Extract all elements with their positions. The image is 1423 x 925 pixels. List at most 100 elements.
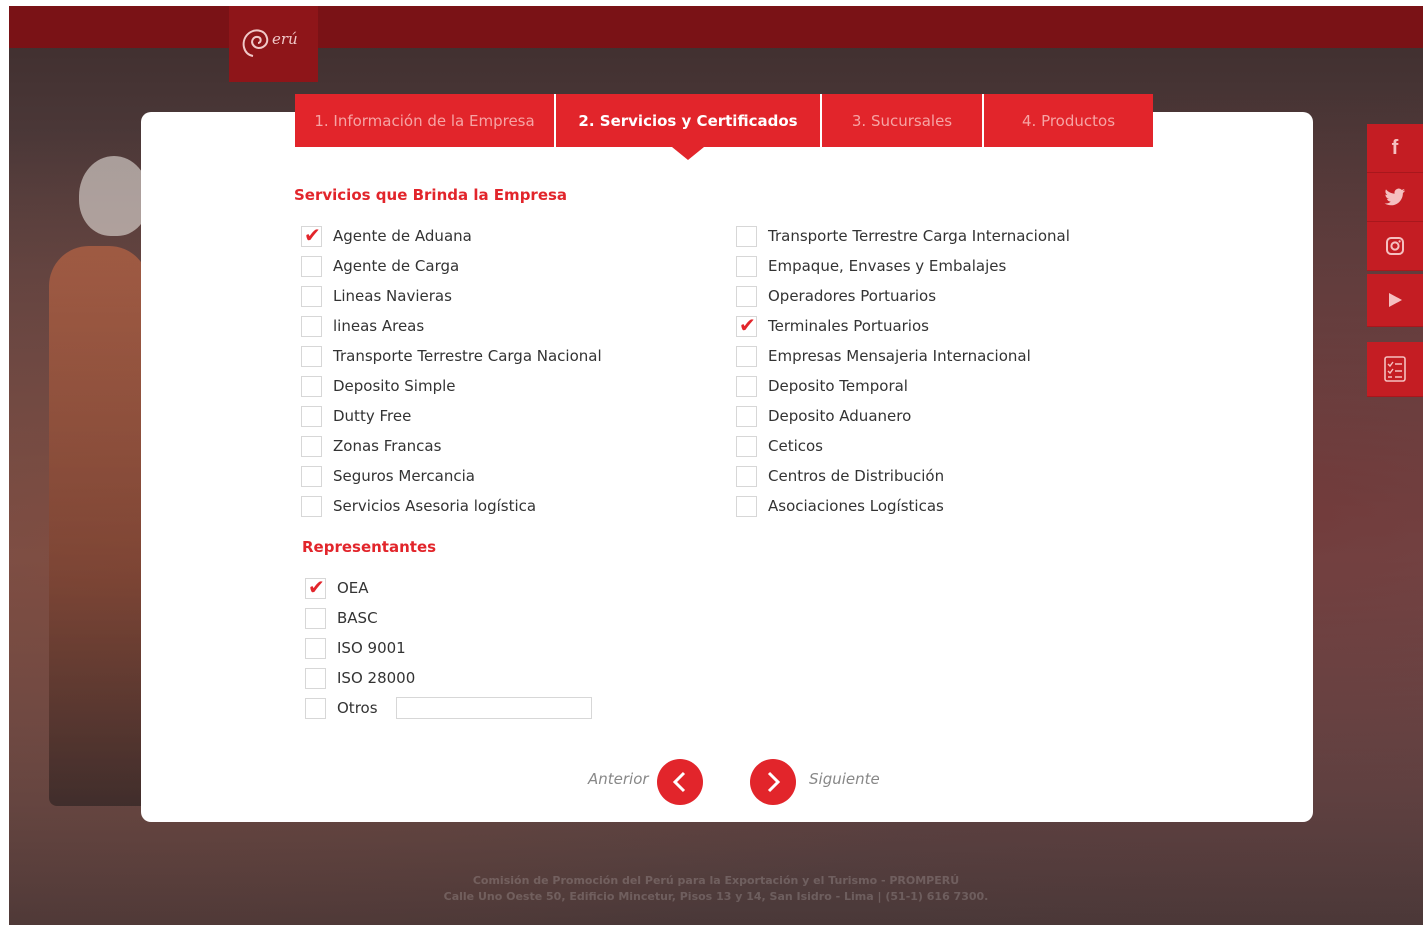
facebook-icon: f xyxy=(1391,136,1399,159)
checkbox[interactable] xyxy=(305,667,326,689)
option-dutty-free[interactable]: Dutty Free xyxy=(301,404,411,428)
checkbox-checked[interactable] xyxy=(736,313,757,337)
option-deposito-aduanero[interactable]: Deposito Aduanero xyxy=(736,404,911,428)
checkbox[interactable] xyxy=(305,607,326,629)
chevron-right-icon xyxy=(767,771,781,793)
option-servicios-asesoria-logistica[interactable]: Servicios Asesoria logística xyxy=(301,494,536,518)
representantes-section-title: Representantes xyxy=(302,538,437,556)
checkbox[interactable] xyxy=(301,285,322,307)
option-centros-de-distribucion[interactable]: Centros de Distribución xyxy=(736,464,944,488)
option-label: Deposito Simple xyxy=(333,377,456,395)
tab-servicios-certificados[interactable]: 2. Servicios y Certificados xyxy=(556,94,822,160)
option-label: OEA xyxy=(337,579,369,597)
option-terminales-portuarios[interactable]: Terminales Portuarios xyxy=(736,313,929,338)
option-iso-9001[interactable]: ISO 9001 xyxy=(305,636,406,660)
option-label: Empresas Mensajeria Internacional xyxy=(768,347,1031,365)
option-oea[interactable]: OEA xyxy=(305,575,369,600)
top-bar xyxy=(9,6,1423,48)
checkbox[interactable] xyxy=(736,375,757,397)
option-label: Otros xyxy=(337,699,378,717)
option-label: Ceticos xyxy=(768,437,823,455)
option-deposito-temporal[interactable]: Deposito Temporal xyxy=(736,374,908,398)
option-label: ISO 9001 xyxy=(337,639,406,657)
page-background: erú 1. Información de la Empresa 2. Serv… xyxy=(9,6,1423,925)
option-label: Operadores Portuarios xyxy=(768,287,937,305)
option-label: Deposito Temporal xyxy=(768,377,908,395)
option-zonas-francas[interactable]: Zonas Francas xyxy=(301,434,441,458)
option-agente-de-aduana[interactable]: Agente de Aduana xyxy=(301,223,472,248)
option-empaque-envases-y-embalajes[interactable]: Empaque, Envases y Embalajes xyxy=(736,254,1006,278)
option-lineas-navieras[interactable]: Lineas Navieras xyxy=(301,284,452,308)
option-label: Asociaciones Logísticas xyxy=(768,497,944,515)
option-lineas-areas[interactable]: lineas Areas xyxy=(301,314,424,338)
svg-text:erú: erú xyxy=(272,30,298,48)
option-label: BASC xyxy=(337,609,378,627)
youtube-button[interactable] xyxy=(1367,274,1423,327)
siguiente-label[interactable]: Siguiente xyxy=(809,770,880,788)
option-seguros-mercancia[interactable]: Seguros Mercancia xyxy=(301,464,475,488)
option-otros[interactable]: Otros xyxy=(305,696,592,720)
tab-productos[interactable]: 4. Productos xyxy=(984,94,1153,147)
tab-informacion-empresa[interactable]: 1. Información de la Empresa xyxy=(295,94,556,147)
checkbox[interactable] xyxy=(301,405,322,427)
step-tabs: 1. Información de la Empresa 2. Servicio… xyxy=(295,94,1153,160)
checkbox[interactable] xyxy=(301,255,322,277)
twitter-button[interactable] xyxy=(1367,173,1423,222)
checkbox[interactable] xyxy=(736,495,757,517)
option-label: Agente de Aduana xyxy=(333,227,472,245)
youtube-icon xyxy=(1389,293,1402,307)
option-agente-de-carga[interactable]: Agente de Carga xyxy=(301,254,459,278)
option-label: lineas Areas xyxy=(333,317,425,335)
checkbox[interactable] xyxy=(736,465,757,487)
checkbox[interactable] xyxy=(736,255,757,277)
checkbox[interactable] xyxy=(301,315,322,337)
checkbox[interactable] xyxy=(301,345,322,367)
checkbox[interactable] xyxy=(301,435,322,457)
option-operadores-portuarios[interactable]: Operadores Portuarios xyxy=(736,284,936,308)
siguiente-button[interactable] xyxy=(750,759,796,805)
option-label: Seguros Mercancia xyxy=(333,467,475,485)
checkbox[interactable] xyxy=(305,697,326,719)
option-label: Transporte Terrestre Carga Nacional xyxy=(333,347,602,365)
anterior-label[interactable]: Anterior xyxy=(588,770,649,788)
checkbox[interactable] xyxy=(736,345,757,367)
checklist-icon xyxy=(1384,356,1406,382)
checkbox[interactable] xyxy=(736,225,757,247)
option-label: Centros de Distribución xyxy=(768,467,945,485)
option-label: Agente de Carga xyxy=(333,257,460,275)
twitter-icon xyxy=(1384,188,1405,206)
checkbox-checked[interactable] xyxy=(305,575,326,599)
checkbox[interactable] xyxy=(736,285,757,307)
anterior-button[interactable] xyxy=(657,759,703,805)
checkbox[interactable] xyxy=(736,435,757,457)
option-transporte-terrestre-carga-internacional[interactable]: Transporte Terrestre Carga Internacional xyxy=(736,224,1070,248)
peru-logo[interactable]: erú xyxy=(229,6,318,82)
checkbox-checked[interactable] xyxy=(301,223,322,247)
option-asociaciones-logisticas[interactable]: Asociaciones Logísticas xyxy=(736,494,944,518)
chevron-left-icon xyxy=(672,771,686,793)
option-label: Empaque, Envases y Embalajes xyxy=(768,257,1007,275)
option-label: Lineas Navieras xyxy=(333,287,452,305)
checkbox[interactable] xyxy=(736,405,757,427)
instagram-button[interactable] xyxy=(1367,222,1423,271)
option-deposito-simple[interactable]: Deposito Simple xyxy=(301,374,456,398)
option-label: Deposito Aduanero xyxy=(768,407,912,425)
option-transporte-terrestre-carga-nacional[interactable]: Transporte Terrestre Carga Nacional xyxy=(301,344,602,368)
facebook-button[interactable]: f xyxy=(1367,124,1423,173)
otros-text-input[interactable] xyxy=(395,697,592,719)
checkbox[interactable] xyxy=(305,637,326,659)
background-worker-figure xyxy=(49,246,149,806)
option-iso-28000[interactable]: ISO 28000 xyxy=(305,666,415,690)
option-ceticos[interactable]: Ceticos xyxy=(736,434,823,458)
footer-line-1: Comisión de Promoción del Perú para la E… xyxy=(472,874,960,887)
checkbox[interactable] xyxy=(301,375,322,397)
checkbox[interactable] xyxy=(301,495,322,517)
checklist-button[interactable] xyxy=(1367,342,1423,397)
option-empresas-mensajeria-internacional[interactable]: Empresas Mensajeria Internacional xyxy=(736,344,1031,368)
checkbox[interactable] xyxy=(301,465,322,487)
option-label: Servicios Asesoria logística xyxy=(333,497,537,515)
option-label: Zonas Francas xyxy=(333,437,442,455)
services-section-title: Servicios que Brinda la Empresa xyxy=(294,186,568,204)
tab-sucursales[interactable]: 3. Sucursales xyxy=(822,94,984,147)
option-basc[interactable]: BASC xyxy=(305,606,378,630)
